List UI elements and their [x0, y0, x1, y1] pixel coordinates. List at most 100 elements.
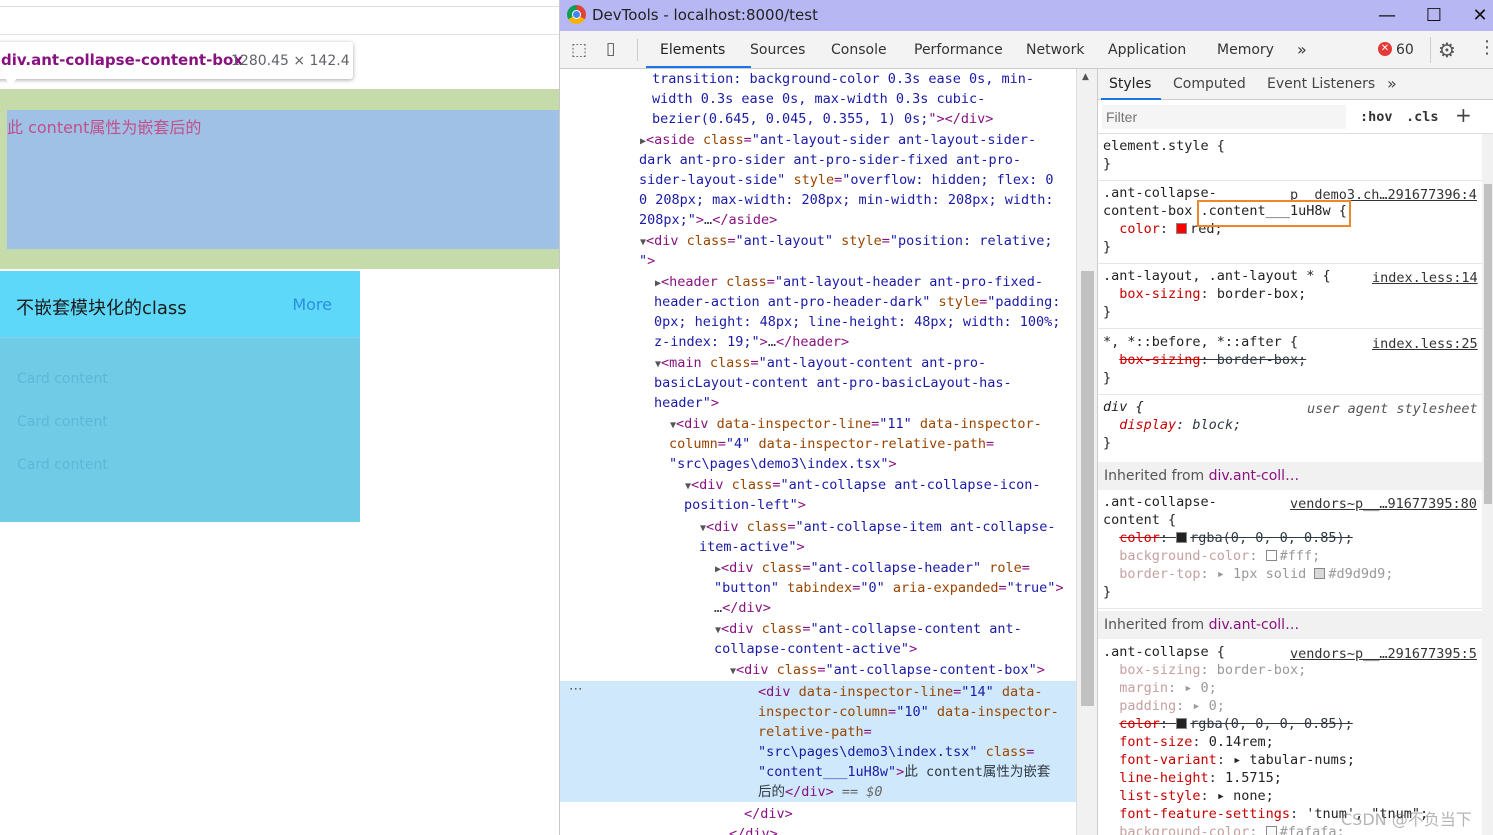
- tab-console[interactable]: Console: [831, 42, 887, 58]
- styles-filter-bar: :hov .cls +: [1098, 100, 1493, 134]
- node-actions-icon[interactable]: ⋯: [569, 679, 583, 699]
- dom-line[interactable]: ▼<div class="ant-collapse-content-box">: [730, 660, 1045, 682]
- inspected-page: 此 content属性为嵌套后的 不嵌套模块化的class More Card …: [0, 0, 559, 835]
- tab-network[interactable]: Network: [1026, 42, 1084, 58]
- dom-line[interactable]: 0 208px; max-width: 208px; min-width: 20…: [639, 190, 1054, 210]
- devtools-window: DevTools - localhost:8000/test — ☐ ✕ ⬚ ▯…: [559, 0, 1493, 835]
- dom-line[interactable]: width 0.3s ease 0s, max-width 0.3s cubic…: [652, 89, 985, 109]
- tab-memory[interactable]: Memory: [1217, 42, 1274, 58]
- scrollbar-thumb[interactable]: [1484, 184, 1492, 504]
- close-icon[interactable]: ✕: [1462, 3, 1493, 29]
- inherited-header: Inherited from div.ant-coll…: [1098, 611, 1482, 639]
- active-tab-indicator: [646, 66, 751, 68]
- rule-source-link[interactable]: index.less:14: [1372, 269, 1478, 287]
- dom-line[interactable]: ▶<aside class="ant-layout-sider ant-layo…: [640, 130, 1036, 152]
- highlight-box: [1197, 200, 1351, 227]
- window-title: DevTools - localhost:8000/test: [592, 6, 818, 24]
- selected-dom-line[interactable]: "content___1uH8w">此 content属性为嵌套: [758, 762, 1050, 782]
- dom-line[interactable]: ">: [639, 251, 655, 271]
- elements-scrollbar[interactable]: ▲: [1076, 69, 1098, 835]
- dom-line[interactable]: ▶<div class="ant-collapse-header" role=: [715, 558, 1030, 580]
- more-tabs-icon[interactable]: »: [1297, 40, 1307, 59]
- minimize-icon[interactable]: —: [1369, 3, 1405, 29]
- dom-line[interactable]: ▼<div class="ant-collapse ant-collapse-i…: [685, 475, 1041, 497]
- scrollbar-thumb[interactable]: [1081, 271, 1094, 706]
- rule-source-link[interactable]: index.less:25: [1372, 335, 1478, 353]
- card-header: 不嵌套模块化的class More: [0, 271, 360, 338]
- dom-line[interactable]: z-index: 19;">…</header>: [654, 332, 849, 352]
- dom-line[interactable]: basicLayout-content ant-pro-basicLayout-…: [654, 373, 1012, 393]
- card: 不嵌套模块化的class More Card content Card cont…: [0, 271, 360, 522]
- inspect-tooltip: div.ant-collapse-content-box 1280.45 × 1…: [0, 42, 353, 79]
- dom-line[interactable]: ▼<div data-inspector-line="11" data-insp…: [670, 414, 1042, 436]
- tab-styles[interactable]: Styles: [1109, 76, 1151, 92]
- rule-element-style[interactable]: element.style { }: [1098, 137, 1482, 181]
- dom-line[interactable]: header-action ant-pro-header-dark" style…: [654, 292, 1060, 312]
- tab-application[interactable]: Application: [1108, 42, 1186, 58]
- selected-dom-line[interactable]: "src\pages\demo3\index.tsx" class=: [758, 742, 1034, 762]
- user-agent-stylesheet-label: user agent stylesheet: [1307, 401, 1478, 417]
- card-title: 不嵌套模块化的class: [16, 298, 187, 319]
- new-style-rule-icon[interactable]: +: [1455, 103, 1472, 127]
- error-count[interactable]: 60: [1396, 42, 1414, 58]
- tooltip-arrow: [5, 78, 17, 86]
- dom-line[interactable]: bezier(0.645, 0.045, 0.355, 1) 0s;"></di…: [652, 109, 993, 129]
- tab-performance[interactable]: Performance: [914, 42, 1003, 58]
- card-more-link[interactable]: More: [292, 295, 332, 314]
- error-icon: ✕: [1378, 42, 1392, 56]
- rule-source-link[interactable]: vendors~p__…291677395:5: [1290, 645, 1477, 663]
- dom-line[interactable]: 0px; height: 48px; line-height: 48px; wi…: [654, 312, 1060, 332]
- dom-line[interactable]: </div>: [729, 824, 778, 835]
- tooltip-element-name: div.ant-collapse-content-box: [1, 51, 244, 69]
- tab-event-listeners[interactable]: Event Listeners: [1267, 76, 1375, 92]
- tab-elements[interactable]: Elements: [660, 42, 725, 58]
- selected-dom-line[interactable]: relative-path=: [758, 722, 872, 742]
- dom-line[interactable]: header">: [654, 393, 719, 413]
- selected-dom-line[interactable]: 后的</div> == $0: [758, 782, 883, 802]
- dom-line[interactable]: sider-layout-side" style="overflow: hidd…: [639, 170, 1054, 190]
- tab-computed[interactable]: Computed: [1173, 76, 1246, 92]
- maximize-icon[interactable]: ☐: [1416, 3, 1452, 29]
- scroll-up-icon[interactable]: ▲: [1082, 72, 1089, 82]
- settings-gear-icon[interactable]: ⚙: [1438, 38, 1456, 62]
- dom-line[interactable]: ▼<div class="ant-collapse-content ant-: [715, 619, 1022, 641]
- cls-toggle[interactable]: .cls: [1406, 108, 1439, 126]
- title-bar: DevTools - localhost:8000/test — ☐ ✕: [560, 0, 1493, 31]
- toolbar-divider: [1430, 37, 1431, 63]
- device-toolbar-icon[interactable]: ▯: [606, 39, 615, 59]
- dom-line[interactable]: ▶<header class="ant-layout-header ant-pr…: [655, 272, 1043, 294]
- tooltip-dimensions: 1280.45 × 142.4: [231, 53, 350, 69]
- dom-line[interactable]: item-active">: [699, 537, 805, 557]
- card-content-line: Card content: [17, 414, 108, 430]
- styles-pane: Styles Computed Event Listeners » :hov .…: [1098, 69, 1493, 835]
- dom-line[interactable]: ▼<div class="ant-layout" style="position…: [640, 231, 1052, 253]
- dom-line[interactable]: 208px;">…</aside>: [639, 210, 777, 230]
- inspect-element-icon[interactable]: ⬚: [571, 40, 587, 60]
- tab-sources[interactable]: Sources: [750, 42, 805, 58]
- chrome-logo-icon: [567, 5, 586, 24]
- hov-toggle[interactable]: :hov: [1360, 108, 1393, 126]
- selected-dom-line[interactable]: <div data-inspector-line="14" data-: [758, 682, 1043, 702]
- dom-line[interactable]: "src\pages\demo3\index.tsx">: [669, 454, 897, 474]
- more-styles-tabs-icon[interactable]: »: [1387, 74, 1397, 93]
- styles-scrollbar[interactable]: [1482, 134, 1493, 835]
- selected-dom-line[interactable]: inspector-column="10" data-inspector-: [758, 702, 1059, 722]
- toolbar-divider: [637, 39, 638, 61]
- dom-line[interactable]: "button" tabindex="0" aria-expanded="tru…: [714, 578, 1064, 598]
- kebab-menu-icon[interactable]: ⋮: [1478, 37, 1493, 58]
- dom-line[interactable]: transition: background-color 0.3s ease 0…: [652, 69, 1034, 89]
- dom-line[interactable]: position-left">: [684, 495, 806, 515]
- devtools-tab-bar: ⬚ ▯ Elements Sources Console Performance…: [560, 31, 1493, 69]
- nested-content-text: 此 content属性为嵌套后的: [7, 118, 202, 137]
- dom-line[interactable]: dark ant-pro-sider ant-pro-sider-fixed a…: [639, 150, 1021, 170]
- dom-line[interactable]: collapse-content-active">: [714, 639, 917, 659]
- dom-line[interactable]: ▼<main class="ant-layout-content ant-pro…: [655, 353, 986, 375]
- styles-filter-input[interactable]: [1102, 105, 1346, 129]
- elements-tree[interactable]: ⋯ transition: background-color 0.3s ease…: [560, 69, 1076, 835]
- dom-line[interactable]: …</div>: [714, 598, 771, 618]
- styles-tab-bar: Styles Computed Event Listeners »: [1098, 69, 1493, 100]
- dom-line[interactable]: ▼<div class="ant-collapse-item ant-colla…: [700, 517, 1056, 539]
- dom-line[interactable]: column="4" data-inspector-relative-path=: [669, 434, 994, 454]
- rule-source-link[interactable]: vendors~p__…91677395:80: [1290, 495, 1477, 513]
- dom-line[interactable]: </div>: [744, 804, 793, 824]
